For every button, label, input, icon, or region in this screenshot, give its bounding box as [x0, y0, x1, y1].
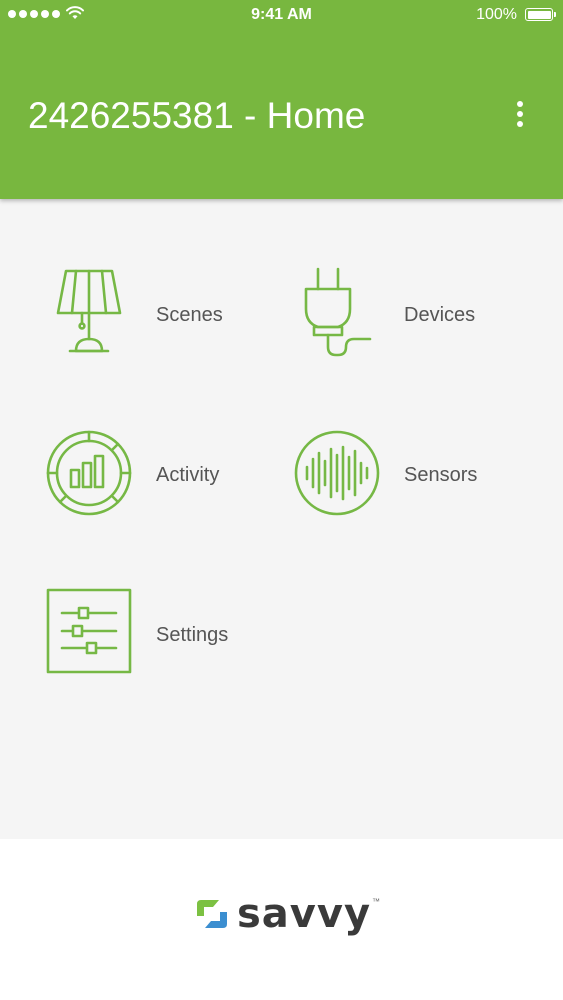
sound-wave-icon: [294, 425, 384, 521]
activity-tile[interactable]: Activity: [46, 425, 286, 521]
plug-icon: [294, 265, 384, 361]
settings-label: Settings: [156, 624, 229, 646]
scenes-label: Scenes: [156, 304, 223, 326]
sliders-icon: [46, 585, 136, 681]
battery-icon: [525, 8, 556, 21]
main-menu: Scenes Devices Activity Sensors Settings: [0, 199, 563, 839]
trademark-mark: ™: [372, 897, 381, 906]
activity-label: Activity: [156, 464, 220, 486]
settings-tile[interactable]: Settings: [46, 585, 286, 681]
app-header: 9:41 AM 100% 2426255381 - Home: [0, 0, 563, 199]
devices-label: Devices: [404, 304, 476, 326]
sensors-tile[interactable]: Sensors: [294, 425, 534, 521]
battery-percentage: 100%: [476, 6, 517, 23]
scenes-tile[interactable]: Scenes: [46, 265, 286, 361]
logo-text: savvy: [237, 891, 372, 937]
footer: savvy ™: [0, 839, 563, 1000]
more-vert-icon: [517, 101, 523, 107]
status-bar: 9:41 AM 100%: [0, 0, 563, 30]
devices-tile[interactable]: Devices: [294, 265, 534, 361]
bar-chart-icon: [46, 425, 136, 521]
page-title: 2426255381 - Home: [28, 95, 366, 136]
lamp-icon: [46, 265, 136, 361]
savvy-logo: savvy ™: [193, 889, 380, 939]
sensors-label: Sensors: [404, 464, 478, 486]
savvy-logo-icon: [197, 900, 227, 928]
more-options-button[interactable]: [508, 96, 532, 132]
